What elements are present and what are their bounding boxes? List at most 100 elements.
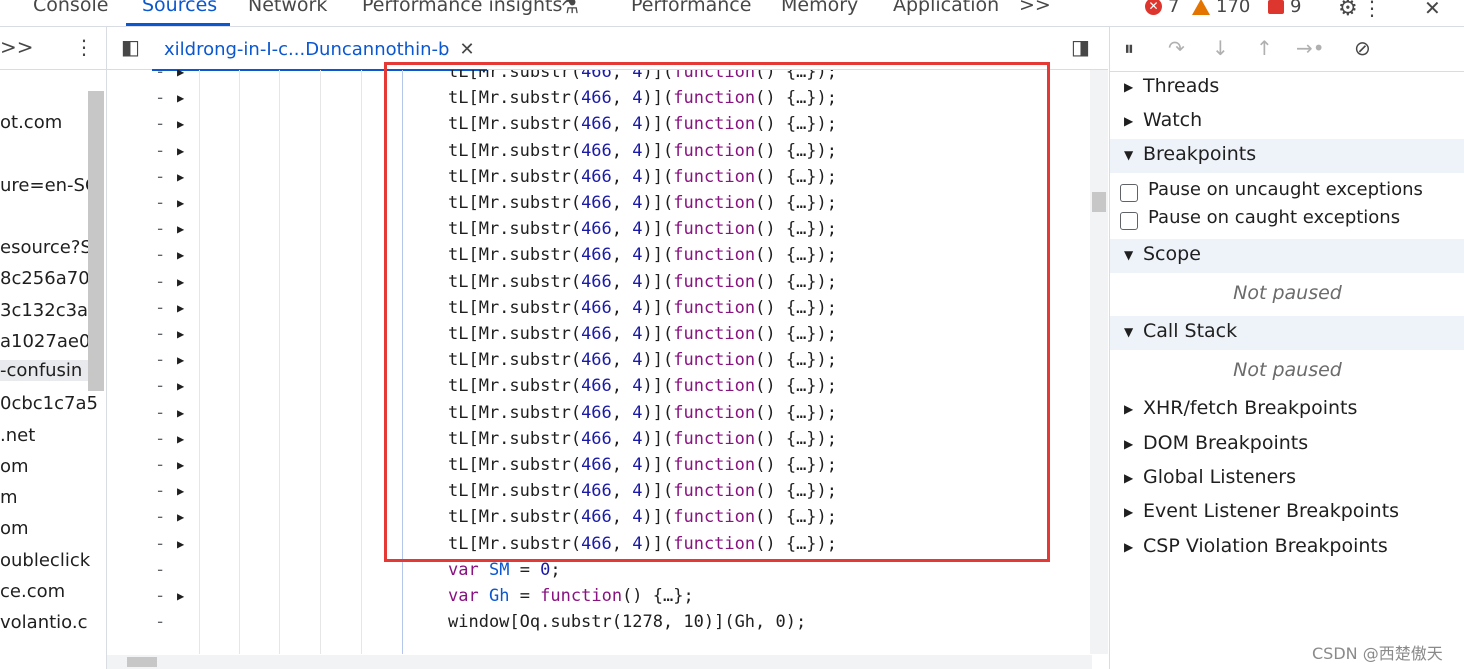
close-icon[interactable]: ✕	[459, 39, 474, 60]
collapse-icon: ▼	[1124, 148, 1134, 162]
list-item[interactable]: 3c132c3aa	[0, 300, 99, 321]
list-item[interactable]: 8c256a70	[0, 268, 90, 289]
section-watch[interactable]: ▶ Watch	[1110, 105, 1464, 139]
line-gutter-marker: -	[155, 140, 166, 161]
pause-uncaught-checkbox[interactable]	[1120, 184, 1138, 202]
navigator-scrollbar[interactable]	[88, 91, 104, 391]
editor-vertical-scrollbar[interactable]	[1090, 70, 1108, 654]
fold-arrow-icon[interactable]: ▶	[177, 379, 184, 393]
section-event-listener-breakpoints[interactable]: ▶ Event Listener Breakpoints	[1110, 496, 1464, 530]
fold-arrow-icon[interactable]: ▶	[177, 510, 184, 524]
fold-arrow-icon[interactable]: ▶	[177, 537, 184, 551]
issues-counter[interactable]: 9	[1268, 0, 1301, 17]
list-item[interactable]: ce.com	[0, 581, 65, 602]
watermark: CSDN @西楚傲天	[1312, 644, 1443, 663]
scroll-thumb[interactable]	[1092, 192, 1106, 212]
fold-arrow-icon[interactable]: ▶	[177, 170, 184, 184]
step-out-icon[interactable]: ↑	[1256, 36, 1273, 60]
pause-caught-label: Pause on caught exceptions	[1148, 207, 1401, 228]
warning-counter[interactable]: 170	[1192, 0, 1250, 17]
section-global-listeners[interactable]: ▶ Global Listeners	[1110, 462, 1464, 496]
tab-application[interactable]: Application	[893, 0, 999, 16]
tab-network[interactable]: Network	[248, 0, 327, 16]
fold-arrow-icon[interactable]: ▶	[177, 406, 184, 420]
fold-arrow-icon[interactable]: ▶	[177, 327, 184, 341]
more-vert-icon[interactable]: ⋮	[74, 35, 94, 59]
list-item[interactable]: ot.com	[0, 112, 62, 133]
list-item[interactable]: a1027ae0l	[0, 331, 95, 352]
tab-performance[interactable]: Performance	[631, 0, 751, 16]
fold-arrow-icon[interactable]: ▶	[177, 196, 184, 210]
line-gutter-marker: -	[155, 70, 166, 82]
tab-memory[interactable]: Memory	[781, 0, 858, 16]
section-breakpoints[interactable]: ▼ Breakpoints	[1110, 139, 1464, 173]
debugger-toolbar: ⏸ ↷ ↓ ↑ →• ⊘	[1110, 27, 1464, 72]
fold-arrow-icon[interactable]: ▶	[177, 91, 184, 105]
more-vert-icon[interactable]: ⋮	[1362, 0, 1382, 20]
line-gutter-marker: -	[155, 455, 166, 475]
line-gutter-marker: -	[155, 166, 166, 187]
list-item[interactable]: oubleclick	[0, 550, 90, 571]
gear-icon[interactable]: ⚙	[1338, 0, 1358, 21]
code-token: () {…};	[622, 586, 694, 606]
code-line[interactable]: - var SM = 0;	[107, 560, 1092, 586]
fold-arrow-icon[interactable]: ▶	[177, 222, 184, 236]
fold-arrow-icon[interactable]: ▶	[177, 353, 184, 367]
fold-arrow-icon[interactable]: ▶	[177, 432, 184, 446]
fold-arrow-icon[interactable]: ▶	[177, 144, 184, 158]
list-item[interactable]: om	[0, 456, 29, 477]
list-item[interactable]: volantio.c	[0, 612, 87, 633]
code-line[interactable]: - ▶ var Gh = function() {…};	[107, 586, 1092, 612]
call-stack-status: Not paused	[1233, 359, 1342, 381]
pause-caught-checkbox[interactable]	[1120, 212, 1138, 230]
scroll-thumb[interactable]	[127, 657, 157, 667]
list-item[interactable]: om	[0, 518, 29, 539]
code-token: window[Oq.substr(1278, 10)](Gh, 0);	[448, 612, 807, 633]
section-scope[interactable]: ▼ Scope	[1110, 239, 1464, 273]
fold-arrow-icon[interactable]: ▶	[177, 301, 184, 315]
step-icon[interactable]: →•	[1296, 36, 1325, 60]
highlight-annotation-box	[384, 62, 1050, 562]
more-tabs-icon[interactable]: >>	[0, 35, 34, 59]
list-item[interactable]: 0cbc1c7a5	[0, 393, 98, 414]
list-item[interactable]: .net	[0, 425, 35, 446]
fold-arrow-icon[interactable]: ▶	[177, 70, 184, 79]
section-call-stack[interactable]: ▼ Call Stack	[1110, 316, 1464, 350]
line-gutter-marker: -	[155, 350, 166, 371]
list-item-selected[interactable]: -confusin	[0, 360, 88, 381]
step-over-icon[interactable]: ↷	[1168, 36, 1185, 60]
section-csp-violation-breakpoints[interactable]: ▶ CSP Violation Breakpoints	[1110, 531, 1464, 565]
list-item[interactable]: m	[0, 487, 18, 508]
section-dom-breakpoints[interactable]: ▶ DOM Breakpoints	[1110, 428, 1464, 462]
fold-arrow-icon[interactable]: ▶	[177, 589, 184, 603]
section-threads[interactable]: ▶ Threads	[1110, 71, 1464, 105]
list-item[interactable]: esource?S	[0, 237, 92, 258]
fold-arrow-icon[interactable]: ▶	[177, 117, 184, 131]
code-token: =	[509, 559, 541, 580]
step-into-icon[interactable]: ↓	[1212, 36, 1229, 60]
tab-console[interactable]: Console	[33, 0, 108, 16]
toggle-navigator-icon[interactable]: ◧	[121, 35, 140, 59]
editor-horizontal-scrollbar[interactable]	[107, 655, 1092, 669]
more-tabs-icon[interactable]: >>	[1019, 0, 1051, 16]
list-item[interactable]: ure=en-SG	[0, 175, 99, 196]
fold-arrow-icon[interactable]: ▶	[177, 275, 184, 289]
pause-icon[interactable]: ⏸	[1124, 36, 1134, 60]
fold-arrow-icon[interactable]: ▶	[177, 484, 184, 498]
section-label: Watch	[1143, 109, 1203, 131]
tab-performance-insights[interactable]: Performance insights	[362, 0, 562, 16]
code-line[interactable]: - window[Oq.substr(1278, 10)](Gh, 0);	[107, 612, 1092, 638]
fold-arrow-icon[interactable]: ▶	[177, 248, 184, 262]
fold-arrow-icon[interactable]: ▶	[177, 458, 184, 472]
deactivate-breakpoints-icon[interactable]: ⊘	[1354, 36, 1371, 60]
expand-icon: ▶	[1124, 540, 1134, 554]
line-gutter-marker: -	[155, 219, 166, 240]
code-number: 0	[540, 559, 551, 580]
line-gutter-marker: -	[155, 402, 166, 423]
tab-sources[interactable]: Sources	[142, 0, 217, 16]
close-icon[interactable]: ✕	[1424, 0, 1441, 20]
toggle-debugger-icon[interactable]: ◨	[1071, 35, 1090, 59]
section-xhr-breakpoints[interactable]: ▶ XHR/fetch Breakpoints	[1110, 393, 1464, 427]
error-counter[interactable]: ✕ 7	[1145, 0, 1179, 17]
